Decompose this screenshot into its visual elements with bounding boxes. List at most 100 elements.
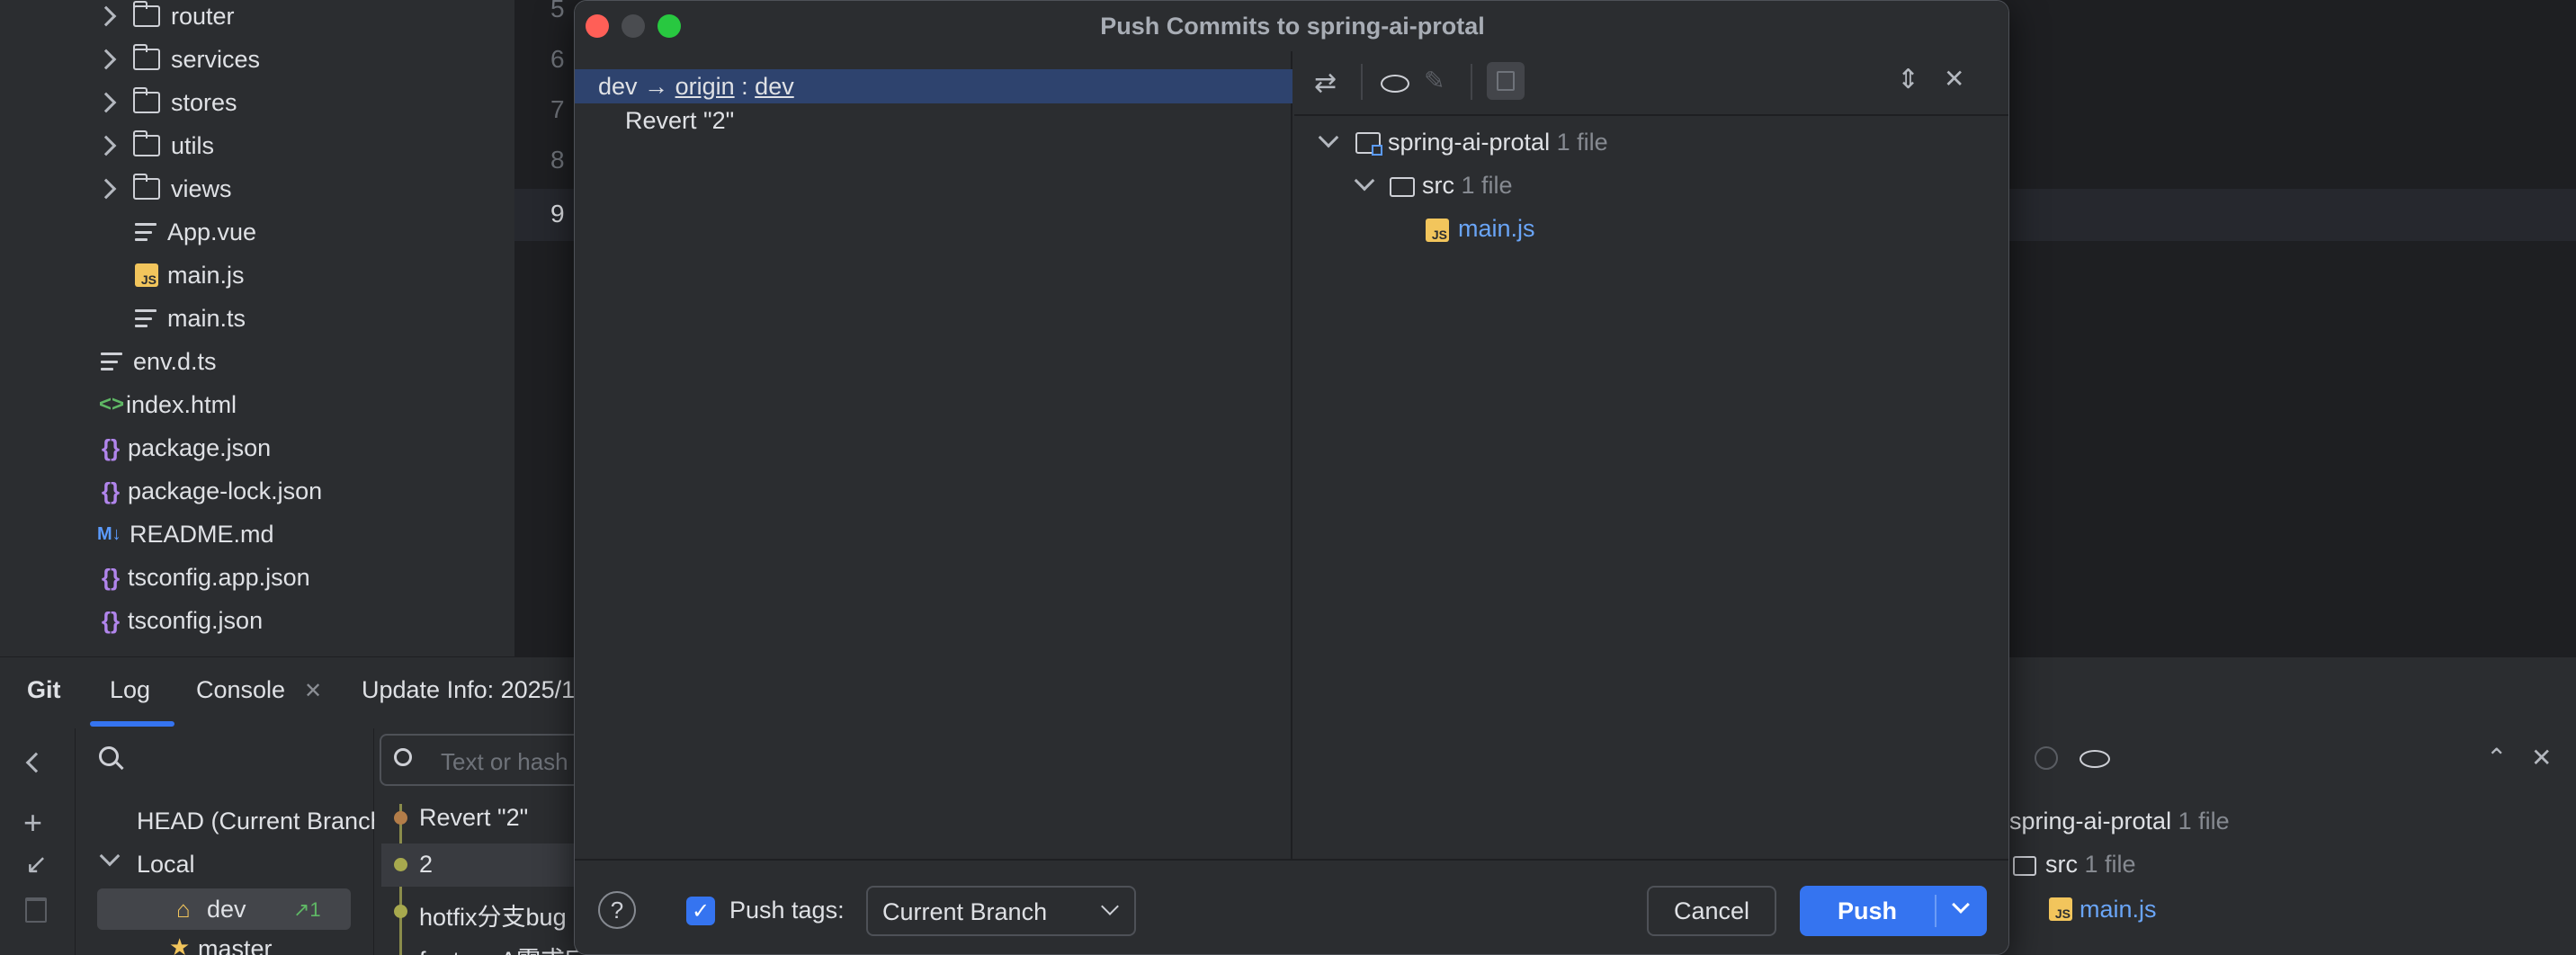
node-label: spring-ai-protal (2009, 808, 2172, 835)
divider (23, 795, 25, 797)
tree-folder-router[interactable]: router (95, 0, 235, 38)
chevron-right-icon[interactable] (95, 92, 117, 113)
expand-all-icon[interactable]: ⇕ (1897, 64, 1919, 95)
split-divider (1935, 895, 1936, 927)
cancel-button[interactable]: Cancel (1647, 886, 1776, 936)
push-tags-checkbox[interactable]: ✓ (686, 897, 715, 925)
delete-icon[interactable] (25, 897, 47, 923)
tree-item-label: env.d.ts (133, 347, 217, 375)
arrow-icon: → (644, 73, 669, 100)
eye-icon[interactable] (1381, 75, 1409, 93)
commit-row[interactable]: hotfix分支bug (419, 897, 567, 933)
chevron-right-icon[interactable] (95, 178, 117, 200)
commit-row-selected[interactable] (381, 843, 579, 887)
tree-folder-utils[interactable]: utils (95, 124, 214, 167)
remote-link[interactable]: origin (675, 73, 735, 100)
commit-row[interactable]: Revert "2" (419, 804, 528, 832)
module-folder-icon (1355, 132, 1382, 156)
tree-project-node[interactable]: spring-ai-protal 1 file (1388, 129, 1608, 156)
git-tool-title: Git (27, 676, 61, 703)
branch-master[interactable]: master (198, 935, 273, 955)
file-text-icon (101, 353, 122, 370)
node-count: 1 file (1556, 129, 1608, 156)
group-by-icon[interactable] (1487, 62, 1525, 100)
commits-pane: dev → origin : dev Revert "2" (575, 51, 1292, 859)
chevron-right-icon[interactable] (95, 135, 117, 156)
tree-file-app-vue[interactable]: App.vue (135, 210, 256, 254)
tree-item-label: main.ts (167, 304, 246, 332)
folder-icon (1390, 177, 1415, 197)
json-file-icon: {} (101, 606, 121, 634)
folder-icon (132, 130, 160, 156)
collapse-all-icon[interactable]: ✕ (1944, 64, 1964, 94)
log-search-input[interactable]: Text or hash (380, 734, 595, 786)
toolbar-divider (1361, 64, 1363, 100)
tree-item-label: package.json (128, 433, 272, 461)
search-placeholder: Text or hash (441, 748, 568, 775)
chevron-right-icon[interactable] (95, 5, 117, 27)
tree-file-tsconfig-app-json[interactable]: {} tsconfig.app.json (99, 556, 310, 599)
push-commits-dialog: Push Commits to spring-ai-protal dev → o… (574, 0, 2009, 955)
dialog-titlebar: Push Commits to spring-ai-protal (575, 1, 2008, 51)
line-number: 9 (550, 200, 565, 228)
chevron-down-icon[interactable] (99, 845, 121, 867)
tree-file-index-html[interactable]: <> index.html (99, 383, 237, 426)
tree-item-label: README.md (130, 520, 274, 548)
remote-branch-link[interactable]: dev (755, 73, 794, 100)
push-spec-row[interactable]: dev → origin : dev (575, 69, 1292, 103)
chevron-down-icon[interactable] (1318, 127, 1339, 148)
tree-file-readme[interactable]: M↓ README.md (97, 513, 274, 556)
push-button[interactable]: Push (1800, 886, 1935, 936)
help-button[interactable]: ? (598, 891, 636, 929)
commit-row[interactable]: feature A需求完 (419, 941, 589, 955)
tree-file-main-ts[interactable]: main.ts (135, 297, 246, 340)
close-icon[interactable]: ✕ (304, 678, 322, 704)
tree-file-package-json[interactable]: {} package.json (99, 426, 271, 469)
tab-update-info[interactable]: Update Info: 2025/1 (362, 676, 575, 704)
chevron-right-icon[interactable] (95, 49, 117, 70)
branch-head[interactable]: HEAD (Current Branch) (137, 808, 392, 835)
branch-dev-label: dev (207, 896, 246, 923)
tree-file-env-d-ts[interactable]: env.d.ts (101, 340, 217, 383)
minimize-window-button[interactable] (622, 14, 645, 38)
history-icon[interactable] (2035, 746, 2058, 770)
tree-item-label: stores (171, 88, 237, 116)
tree-file-main-js[interactable]: JS main.js (135, 254, 245, 297)
commit-node (394, 905, 407, 918)
diff-compare-icon[interactable]: ⇄ (1314, 67, 1337, 99)
tree-src-node[interactable]: src 1 file (1422, 172, 1513, 200)
edit-icon[interactable]: ✎ (1424, 66, 1445, 95)
tree-item-label: tsconfig.json (128, 606, 264, 634)
checkout-arrow-icon[interactable]: ↙ (25, 849, 48, 880)
node-count: 1 file (1461, 172, 1513, 199)
folder-icon (132, 87, 160, 113)
chevron-down-icon[interactable] (1354, 170, 1375, 192)
tab-console[interactable]: Console (196, 676, 285, 704)
tree-file-tsconfig-json[interactable]: {} tsconfig.json (99, 599, 263, 642)
close-window-button[interactable] (586, 14, 609, 38)
eye-icon[interactable] (2080, 750, 2110, 768)
expand-all-icon[interactable]: ⌃ (2486, 743, 2507, 772)
tree-folder-stores[interactable]: stores (95, 81, 237, 124)
commit-item[interactable]: Revert "2" (625, 107, 734, 135)
js-file-icon: JS (2049, 897, 2072, 921)
chevron-left-icon[interactable] (25, 752, 47, 773)
commit-row[interactable]: 2 (419, 851, 433, 879)
tree-file-node[interactable]: main.js (1458, 215, 1535, 243)
tree-folder-views[interactable]: views (95, 167, 232, 210)
changes-src-node[interactable]: src 1 file (2045, 851, 2136, 879)
push-tags-select[interactable]: Current Branch (866, 886, 1136, 936)
branch-dev-row[interactable]: ⌂ dev ↗1 (97, 888, 351, 930)
tree-folder-services[interactable]: services (95, 38, 260, 81)
changes-project-node[interactable]: spring-ai-protal 1 file (2009, 808, 2230, 835)
push-options-chevron-icon[interactable] (1952, 896, 1970, 914)
tree-file-package-lock-json[interactable]: {} package-lock.json (99, 469, 322, 513)
maximize-window-button[interactable] (657, 14, 681, 38)
push-spec: dev → origin : dev (598, 73, 794, 101)
node-label: src (2045, 851, 2078, 878)
add-icon[interactable]: + (23, 804, 42, 842)
branch-group-local[interactable]: Local (137, 851, 195, 879)
changes-file-node[interactable]: main.js (2080, 896, 2157, 924)
collapse-all-icon[interactable]: ✕ (2531, 743, 2552, 772)
tab-log[interactable]: Log (110, 676, 150, 704)
